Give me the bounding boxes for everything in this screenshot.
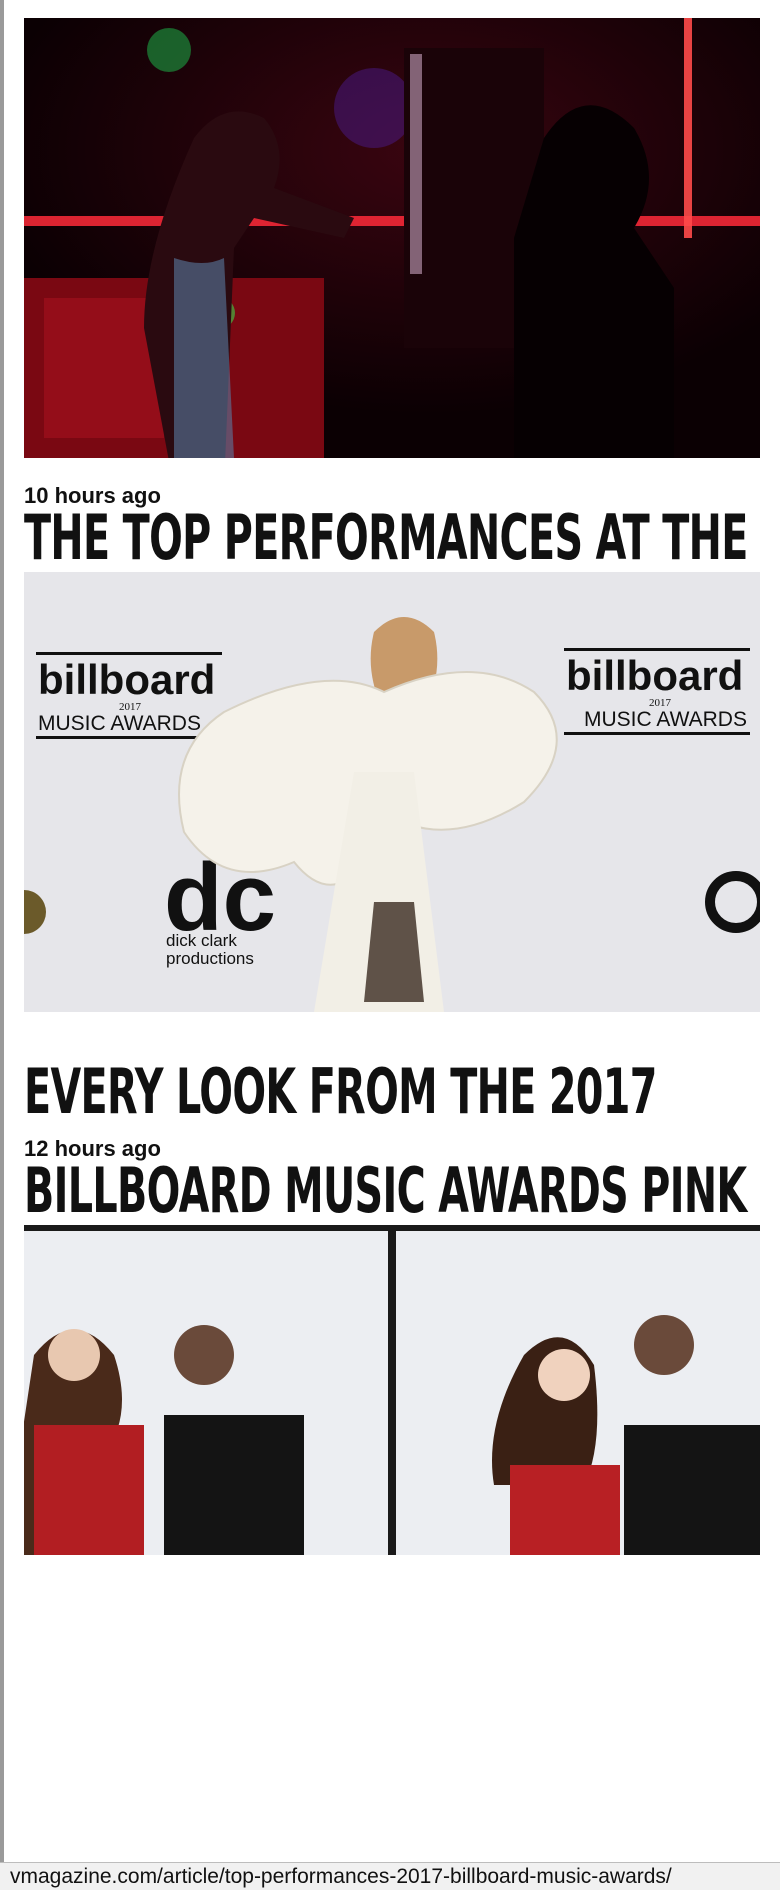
- backdrop-logo-sub: MUSIC AWARDS: [38, 712, 201, 735]
- backdrop-logo-sub: MUSIC AWARDS: [584, 708, 747, 731]
- article-card[interactable]: THE TOP PERFORMANCES AT THE 2017 BILLBOA…: [24, 18, 760, 673]
- article-feed: THE TOP PERFORMANCES AT THE 2017 BILLBOA…: [24, 18, 760, 1555]
- window-left-edge: [0, 0, 4, 1890]
- billboard-logo: billboard 2017 MUSIC AWARDS: [36, 652, 222, 739]
- backdrop-logo-word: billboard: [566, 652, 743, 699]
- article-card[interactable]: billboard 2017 MUSIC AWARDS billboard 20…: [24, 572, 760, 1326]
- article-card[interactable]: [24, 1225, 760, 1555]
- link-status-bar: vmagazine.com/article/top-performances-2…: [0, 1862, 780, 1890]
- article-image[interactable]: [24, 1225, 760, 1555]
- article-image[interactable]: [24, 18, 760, 458]
- billboard-logo: billboard 2017 MUSIC AWARDS: [564, 648, 750, 735]
- article-image[interactable]: billboard 2017 MUSIC AWARDS billboard 20…: [24, 572, 760, 1012]
- sponsor-name: dick clark: [166, 931, 237, 950]
- backdrop-logo-word: billboard: [38, 656, 215, 703]
- sponsor-sub: productions: [166, 949, 254, 968]
